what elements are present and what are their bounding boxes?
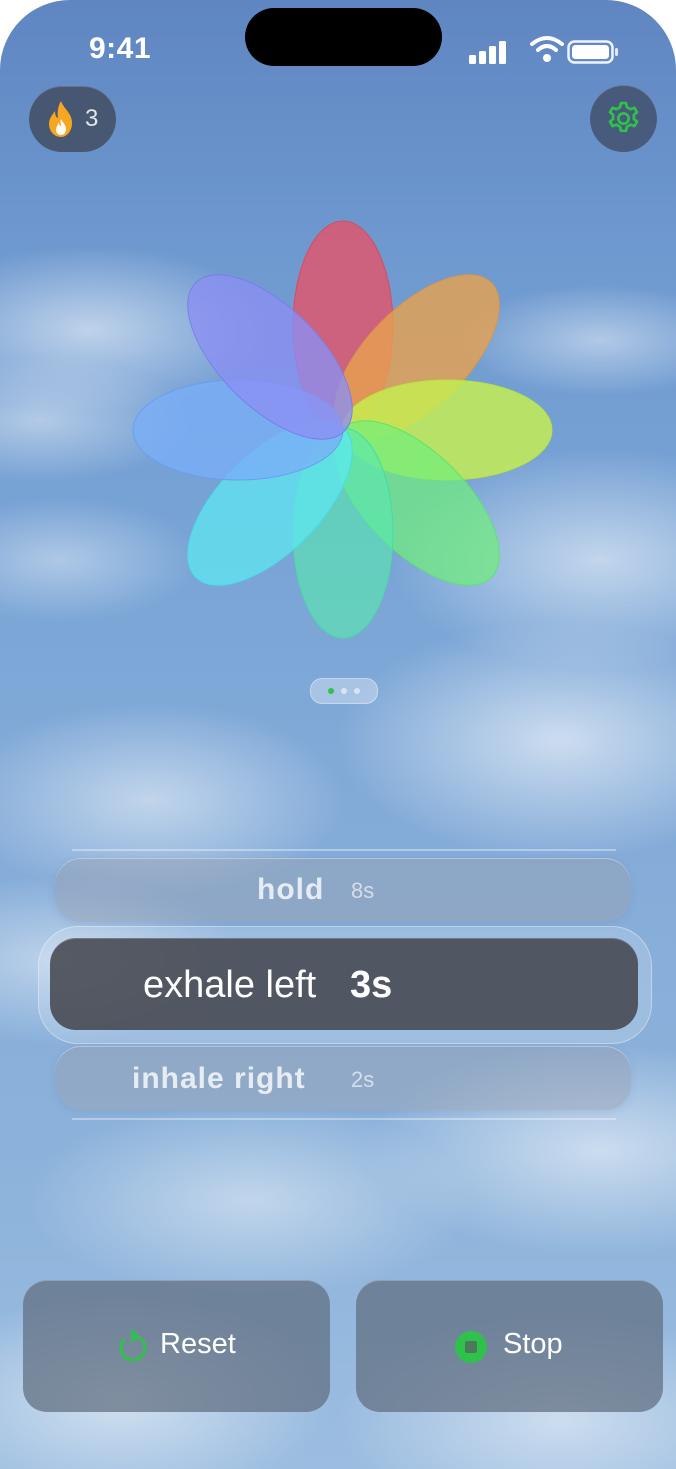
breathing-flower bbox=[132, 220, 553, 639]
page-dot bbox=[341, 688, 347, 694]
stop-icon bbox=[455, 1331, 487, 1363]
step-label: exhale left bbox=[143, 964, 317, 1006]
breath-step-next[interactable]: inhale right 2s bbox=[55, 1046, 631, 1110]
streak-badge[interactable]: 3 bbox=[29, 86, 116, 152]
reset-button[interactable]: Reset bbox=[23, 1280, 330, 1412]
settings-button[interactable] bbox=[590, 85, 657, 152]
streak-count: 3 bbox=[85, 105, 99, 132]
status-time: 9:41 bbox=[88, 32, 152, 65]
wifi-icon bbox=[530, 36, 564, 62]
step-duration: 2s bbox=[351, 1067, 375, 1092]
flame-icon bbox=[49, 101, 72, 137]
breath-step-previous[interactable]: hold 8s bbox=[55, 858, 631, 922]
app-screen: 9:41 3 hold 8s exhale left 3s inhale rig… bbox=[0, 0, 676, 1469]
battery-icon bbox=[567, 40, 618, 64]
picker-divider bbox=[72, 1118, 616, 1120]
reset-icon bbox=[119, 1330, 147, 1362]
gear-icon bbox=[608, 101, 639, 133]
reset-label: Reset bbox=[160, 1328, 236, 1360]
step-duration: 8s bbox=[351, 878, 375, 903]
picker-divider bbox=[72, 849, 616, 851]
stop-label: Stop bbox=[503, 1328, 563, 1360]
page-dot bbox=[354, 688, 360, 694]
breath-step-current[interactable]: exhale left 3s bbox=[50, 938, 638, 1030]
page-indicator[interactable] bbox=[310, 678, 378, 704]
dynamic-island bbox=[245, 8, 442, 66]
cellular-signal-icon bbox=[469, 41, 506, 64]
step-duration: 3s bbox=[350, 964, 393, 1006]
page-dot-active bbox=[328, 688, 334, 694]
step-label: inhale right bbox=[132, 1062, 306, 1095]
step-label: hold bbox=[257, 873, 325, 906]
stop-button[interactable]: Stop bbox=[356, 1280, 663, 1412]
